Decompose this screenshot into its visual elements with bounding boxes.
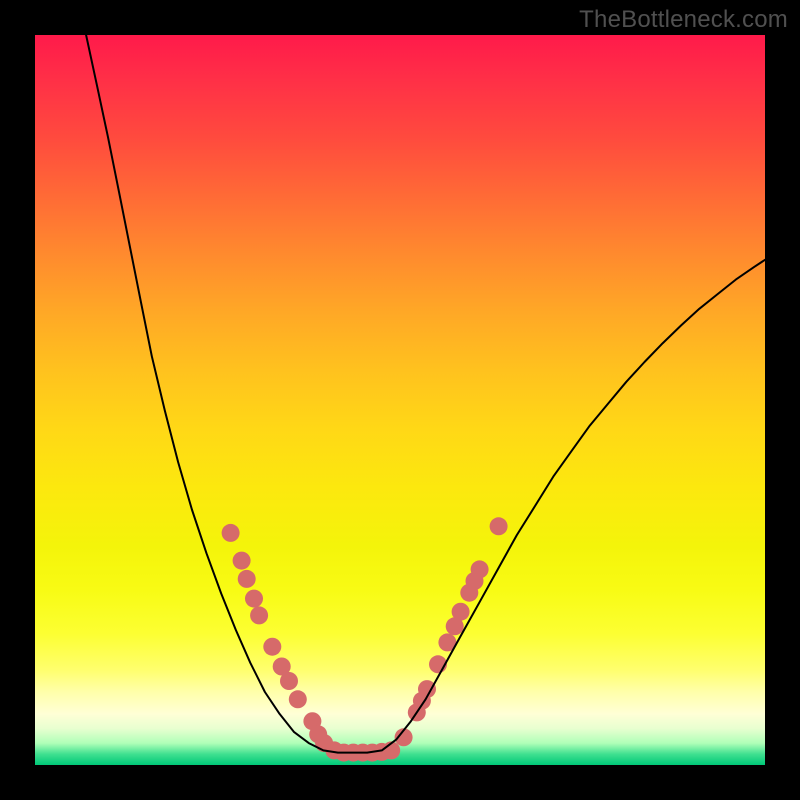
curve-layer [35,35,765,765]
watermark-label: TheBottleneck.com [579,6,788,34]
bottleneck-curve [86,35,765,753]
chart-plot-area [35,35,765,765]
